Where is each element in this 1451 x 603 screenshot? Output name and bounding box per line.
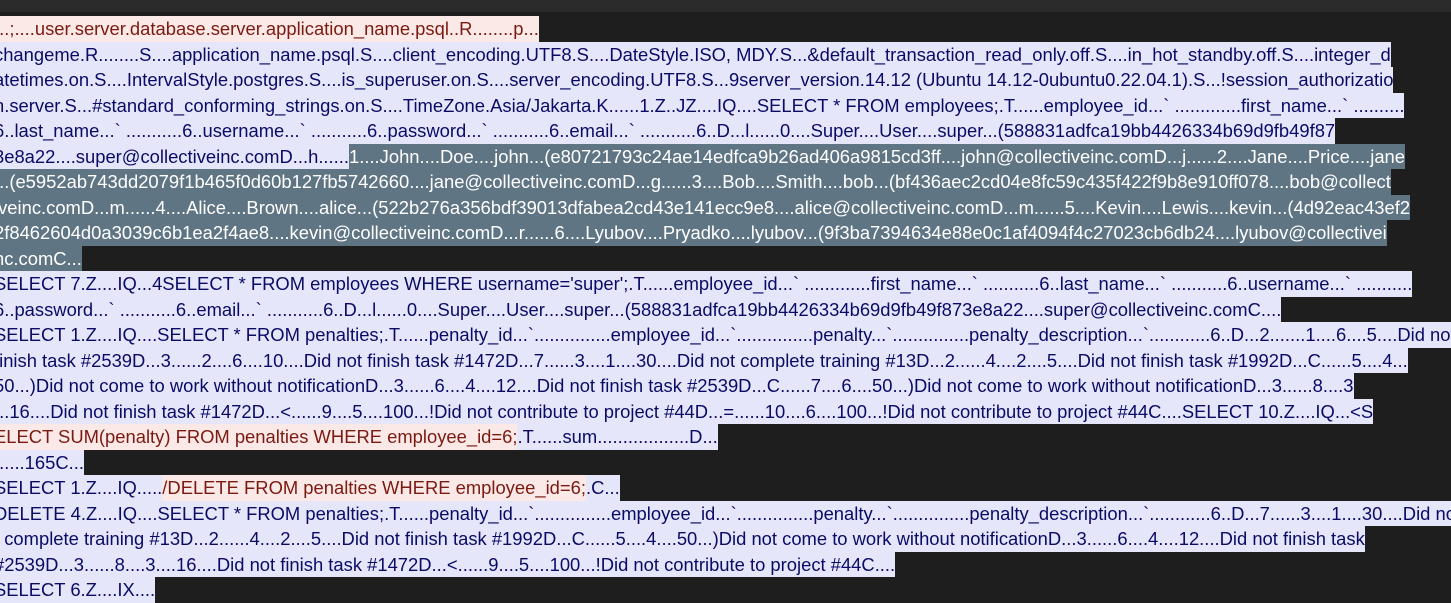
stream-line: t complete training #13D...2......4....2…: [0, 526, 1451, 552]
stream-line: ELECT SUM(penalty) FROM penalties WHERE …: [0, 424, 1451, 450]
server-data[interactable]: 6..last_name...` ...........6..username.…: [0, 118, 1336, 144]
selected-text[interactable]: 2f8462604d0a3039c6b1ea2f4ae8....kevin@co…: [0, 220, 1387, 246]
server-data[interactable]: changeme.R........S....application_name.…: [0, 41, 1391, 67]
server-data[interactable]: 6..password...` ...........6..email...` …: [0, 296, 1282, 322]
client-data[interactable]: ELECT SUM(penalty) FROM penalties WHERE …: [0, 424, 518, 450]
stream-line: iveinc.comD...m......4....Alice....Brown…: [0, 194, 1451, 220]
server-data[interactable]: 3e8a22....super@collectiveinc.comD...h..…: [0, 143, 349, 169]
server-data[interactable]: ...16....Did not finish task #1472D...<.…: [0, 398, 1374, 424]
server-data[interactable]: 50...)Did not come to work without notif…: [0, 373, 1354, 399]
tcp-stream-window: ...;....user.server.database.server.appl…: [0, 0, 1451, 603]
server-data[interactable]: SELECT 6.Z....IX....: [0, 577, 156, 603]
stream-line: ...(e5952ab743dd2079f1b465f0d60b127fb574…: [0, 169, 1451, 195]
stream-line: nc.comC...: [0, 245, 1451, 271]
stream-line: ...;....user.server.database.server.appl…: [0, 16, 1451, 42]
server-data[interactable]: ......165C...: [0, 449, 84, 475]
client-data[interactable]: ...;....user.server.database.server.appl…: [0, 16, 539, 42]
server-data[interactable]: #2539D...3......8....3....16....Did not …: [0, 551, 896, 577]
server-data[interactable]: SELECT 1.Z....IQ.....: [0, 475, 163, 501]
stream-line: ......165C...: [0, 449, 1451, 475]
stream-line: atetimes.on.S....IntervalStyle.postgres.…: [0, 67, 1451, 93]
selected-text[interactable]: iveinc.comD...m......4....Alice....Brown…: [0, 194, 1411, 220]
client-data[interactable]: /DELETE FROM penalties WHERE employee_id…: [162, 475, 586, 501]
stream-line: SELECT 7.Z....IQ...4SELECT * FROM employ…: [0, 271, 1451, 297]
server-data[interactable]: n.server.S...#standard_conforming_string…: [0, 92, 1405, 118]
stream-line: SELECT 6.Z....IX....: [0, 577, 1451, 603]
server-data[interactable]: finish task #2539D...3......2....6....10…: [0, 347, 1408, 373]
stream-line: changeme.R........S....application_name.…: [0, 41, 1451, 67]
stream-line: ...16....Did not finish task #1472D...<.…: [0, 398, 1451, 424]
server-data[interactable]: .C...: [585, 475, 620, 501]
selected-text[interactable]: ...(e5952ab743dd2079f1b465f0d60b127fb574…: [0, 169, 1391, 195]
selected-text[interactable]: 1....John....Doe....john...(e80721793c24…: [348, 143, 1406, 169]
stream-line: 6..last_name...` ...........6..username.…: [0, 118, 1451, 144]
server-data[interactable]: .T......sum..................D...: [517, 424, 718, 450]
server-data[interactable]: atetimes.on.S....IntervalStyle.postgres.…: [0, 67, 1394, 93]
server-data[interactable]: SELECT 7.Z....IQ...4SELECT * FROM employ…: [0, 271, 1413, 297]
stream-line: n.server.S...#standard_conforming_string…: [0, 92, 1451, 118]
stream-content[interactable]: ...;....user.server.database.server.appl…: [0, 16, 1451, 603]
stream-line: DELETE 4.Z....IQ....SELECT * FROM penalt…: [0, 500, 1451, 526]
server-data[interactable]: t complete training #13D...2......4....2…: [0, 526, 1365, 552]
stream-line: SELECT 1.Z....IQ...../DELETE FROM penalt…: [0, 475, 1451, 501]
stream-line: SELECT 1.Z....IQ....SELECT * FROM penalt…: [0, 322, 1451, 348]
stream-line: finish task #2539D...3......2....6....10…: [0, 347, 1451, 373]
selected-text[interactable]: nc.comC...: [0, 245, 82, 271]
stream-line: #2539D...3......8....3....16....Did not …: [0, 551, 1451, 577]
stream-line: 2f8462604d0a3039c6b1ea2f4ae8....kevin@co…: [0, 220, 1451, 246]
stream-line: 50...)Did not come to work without notif…: [0, 373, 1451, 399]
server-data[interactable]: DELETE 4.Z....IQ....SELECT * FROM penalt…: [0, 500, 1451, 526]
stream-line: 3e8a22....super@collectiveinc.comD...h..…: [0, 143, 1451, 169]
window-top-edge: [0, 0, 1451, 12]
stream-line: 6..password...` ...........6..email...` …: [0, 296, 1451, 322]
server-data[interactable]: SELECT 1.Z....IQ....SELECT * FROM penalt…: [0, 322, 1451, 348]
